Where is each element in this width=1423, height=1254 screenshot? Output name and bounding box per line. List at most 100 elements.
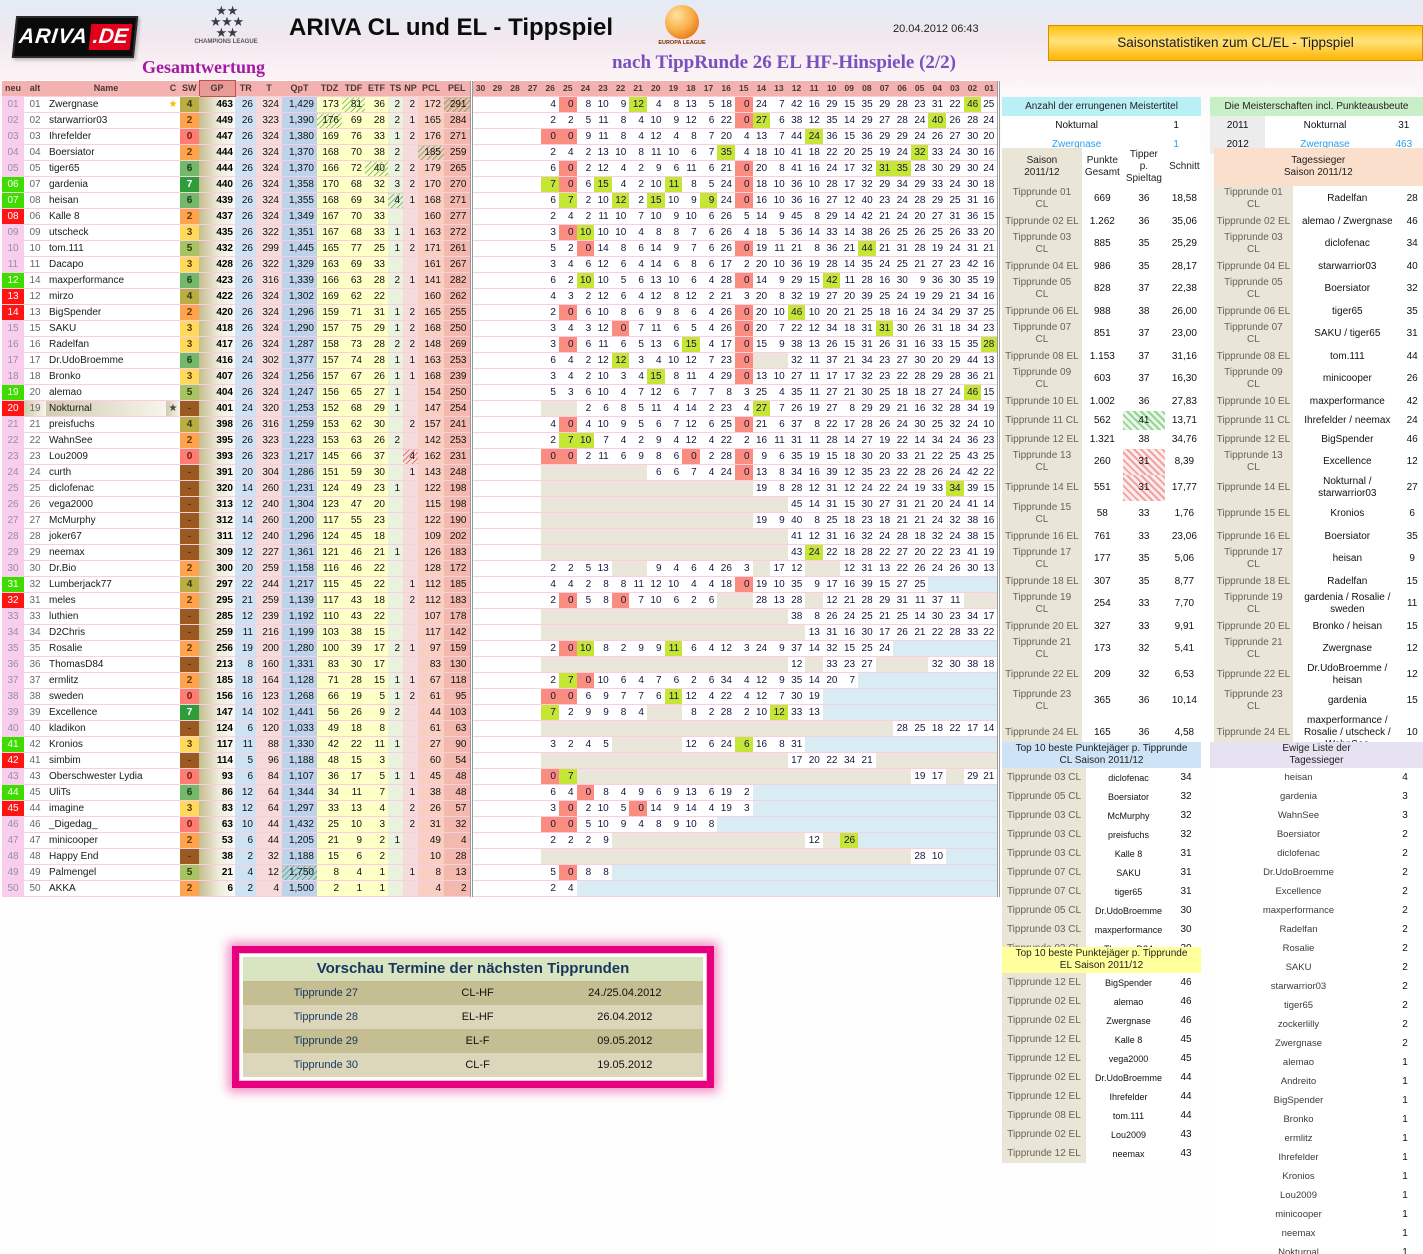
table-row[interactable]: 2525diclofenac-320142601,231124492311221… xyxy=(2,481,999,497)
round-cell xyxy=(735,817,753,833)
table-row[interactable]: 0607gardenia7440263241,35817068323217027… xyxy=(2,177,999,193)
table-row[interactable]: 5050AKKA26241,5002114224 xyxy=(2,881,999,897)
table-row[interactable]: 1717Dr.UdoBroemme6416243021,377157742811… xyxy=(2,353,999,369)
table-row[interactable]: 1515SAKU3418263241,290157752912168250343… xyxy=(2,321,999,337)
table-row[interactable]: 2727McMurphy-312142601,20011755231221901… xyxy=(2,513,999,529)
round-cell: 2 xyxy=(541,433,559,449)
round-cell: 34 xyxy=(717,673,735,689)
table-row[interactable]: 2121preisfuchs4398263161,259153623021572… xyxy=(2,417,999,433)
table-row[interactable]: 0806Kalle 82437263241,349167703316027724… xyxy=(2,209,999,225)
stat-cell: 261 xyxy=(444,241,471,257)
round-cell xyxy=(665,481,683,497)
round-cell xyxy=(489,673,507,689)
stat-cell: 14 xyxy=(235,705,256,721)
round-cell: 36 xyxy=(823,129,841,145)
round-cell xyxy=(489,289,507,305)
table-row[interactable]: 4040kladikon-12461201,033491886163282518… xyxy=(2,721,999,737)
stat-cell: 36 xyxy=(317,769,342,785)
table-row[interactable]: 3939Excellence7147141021,441562692441037… xyxy=(2,705,999,721)
list-item: Tipprunde 07 CLtiger6531 xyxy=(1002,882,1201,901)
table-row[interactable]: 2929neemax-309122271,3611214621112618343… xyxy=(2,545,999,561)
table-row[interactable]: 3030Dr.Bio2300202591,1581164622128172225… xyxy=(2,561,999,577)
round-cell: 32 xyxy=(946,513,964,529)
table-row[interactable]: 2626vega2000-313122401,30412347201151984… xyxy=(2,497,999,513)
table-row[interactable]: 4848Happy End-382321,188156210282810 xyxy=(2,849,999,865)
round-cell xyxy=(629,497,647,513)
table-row[interactable]: 0909utscheck3435263221,35116768331116327… xyxy=(2,225,999,241)
round-cell xyxy=(541,657,559,673)
table-row[interactable]: 4544imagine38312641,29733134226573021050… xyxy=(2,801,999,817)
round-cell: 20 xyxy=(753,289,771,305)
round-cell xyxy=(541,721,559,737)
table-row[interactable]: 3333luthien-285122391,192110432210717838… xyxy=(2,609,999,625)
table-row[interactable]: 3535Rosalie2256192001,280100391721971592… xyxy=(2,641,999,657)
table-row[interactable]: 4142Kronios311711881,3304222111279032451… xyxy=(2,737,999,753)
table-row[interactable]: 2222WahnSee2395263231,223153632621422532… xyxy=(2,433,999,449)
table-row[interactable]: 3434D2Chris-259112161,199103381511714213… xyxy=(2,625,999,641)
list-item: Zwergnase2 xyxy=(1210,1034,1423,1053)
table-row[interactable]: 2019Nokturnal★-401243201,253152682911472… xyxy=(2,401,999,417)
round-cell: 28 xyxy=(858,417,876,433)
table-row[interactable]: 0505tiger656444263241,370166724022179265… xyxy=(2,161,999,177)
table-row[interactable]: 4445UliTs68612641,3443411713848640849691… xyxy=(2,785,999,801)
table-row[interactable]: 3231meles2295212591,13911743182112183205… xyxy=(2,593,999,609)
table-row[interactable]: 4343Oberschwester Lydia0936841,107361751… xyxy=(2,769,999,785)
round-cell xyxy=(594,753,612,769)
stat-cell: 1 xyxy=(388,225,403,241)
table-row[interactable]: 4241simbim-1145961,188481536054172022342… xyxy=(2,753,999,769)
round-cell: 16 xyxy=(981,145,999,161)
round-cell xyxy=(770,721,788,737)
round-cell: 21 xyxy=(911,513,929,529)
table-row[interactable]: 3838sweden0156161231,2686619512619500697… xyxy=(2,689,999,705)
table-row[interactable]: 0303Ihrefelder0447263241,380169763312176… xyxy=(2,129,999,145)
table-row[interactable]: 2323Lou20090393263231,217145663741622310… xyxy=(2,449,999,465)
round-cell xyxy=(524,673,542,689)
table-row[interactable]: 2424curth-391203041,28615159301143248667… xyxy=(2,465,999,481)
table-row[interactable]: 2828joker67-311122401,296124451810920241… xyxy=(2,529,999,545)
table-row[interactable]: 4949Palmengel5214121,75084118135088 xyxy=(2,865,999,881)
stat-cell: 18 xyxy=(235,673,256,689)
rank-old: 30 xyxy=(24,561,46,577)
table-row[interactable]: 1010tom.1115432262991,445165772512171261… xyxy=(2,241,999,257)
round-cell: 25 xyxy=(911,577,929,593)
table-row[interactable]: 0101Zwergnase★4463263241,429173813622172… xyxy=(2,97,999,113)
table-row[interactable]: 1214maxperformance6423263161,33916663282… xyxy=(2,273,999,289)
stat-cell: 1 xyxy=(365,881,388,897)
table-row[interactable]: 1111Dacapo3428263221,3291636933161267346… xyxy=(2,257,999,273)
round-cell xyxy=(682,865,700,881)
table-row[interactable]: 1312mirzo4422263241,30216962221602624321… xyxy=(2,289,999,305)
stat-cell: 2 xyxy=(403,97,418,113)
round-cell: 30 xyxy=(893,321,911,337)
round-cell: 15 xyxy=(594,177,612,193)
stat-cell: 28 xyxy=(365,353,388,369)
total-points: 463 xyxy=(199,97,235,113)
round-cell: 2 xyxy=(559,241,577,257)
table-row[interactable]: 3737ermlitz2185181641,128712815116711827… xyxy=(2,673,999,689)
stat-cell: 31 xyxy=(365,305,388,321)
table-row[interactable]: 0708heisan6439263241,3551686934411682716… xyxy=(2,193,999,209)
table-row[interactable]: 1818Bronko3407263241,2561576726111682393… xyxy=(2,369,999,385)
round-cell xyxy=(471,817,489,833)
list-item: Tipprunde 12 ELKalle 845 xyxy=(1002,1030,1201,1049)
round-cell: 2 xyxy=(682,673,700,689)
round-cell xyxy=(876,833,894,849)
table-row[interactable]: 3132Lumberjack774297222441,2171154522111… xyxy=(2,577,999,593)
round-cell: 18 xyxy=(840,321,858,337)
stat-cell: 148 xyxy=(418,337,444,353)
table-row[interactable]: 0404Boersiator2444263241,370168703821852… xyxy=(2,145,999,161)
table-row[interactable]: 3636ThomasD84-21381601,33183301783130123… xyxy=(2,657,999,673)
round-cell: 7 xyxy=(629,385,647,401)
round-cell: 26 xyxy=(946,113,964,129)
table-row[interactable]: 0202starwarrior032449263231,390176692821… xyxy=(2,113,999,129)
table-row[interactable]: 1413BigSpender2420263241,296159713112165… xyxy=(2,305,999,321)
stat-cell xyxy=(403,721,418,737)
stat-cell: 250 xyxy=(444,321,471,337)
total-points: 416 xyxy=(199,353,235,369)
table-row[interactable]: 1920alemao5404263241,2471566527115425053… xyxy=(2,385,999,401)
round-cell xyxy=(753,849,771,865)
table-row[interactable]: 4747minicooper2536441,205219214942229122… xyxy=(2,833,999,849)
table-row[interactable]: 1616Radelfan3417263241,28715873282214826… xyxy=(2,337,999,353)
table-row[interactable]: 4646_Digedag_06310441,432251032313200510… xyxy=(2,817,999,833)
schedule-row: Tipprunde 28EL-HF26.04.2012 xyxy=(243,1005,703,1029)
list-item: ermlitz1 xyxy=(1210,1129,1423,1148)
